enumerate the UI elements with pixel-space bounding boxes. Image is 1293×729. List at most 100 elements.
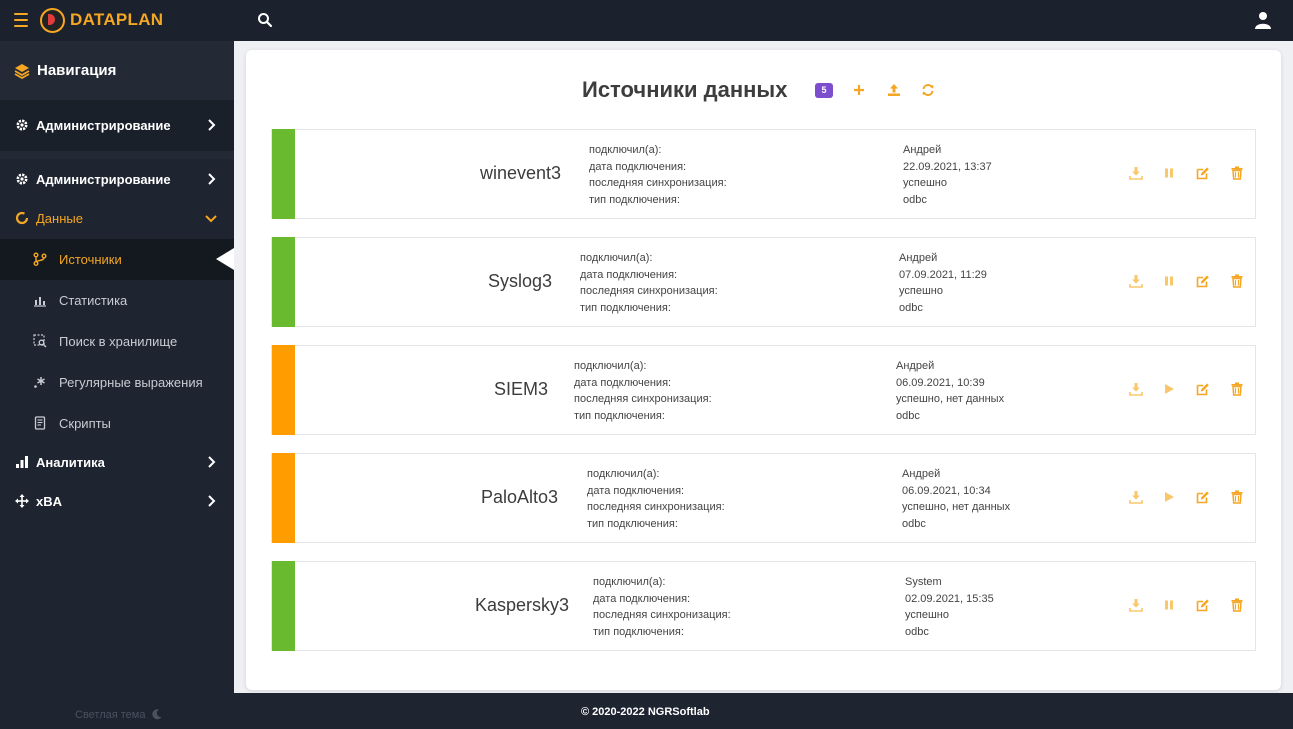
sidebar-divider xyxy=(0,151,234,159)
value-type: odbc xyxy=(902,517,926,530)
pause-button[interactable] xyxy=(1162,598,1176,612)
label-connected-by: подключил(а): xyxy=(574,360,647,372)
nav-header-title: Навигация xyxy=(37,62,117,79)
delete-button[interactable] xyxy=(1230,490,1244,504)
download-button[interactable] xyxy=(1129,490,1143,504)
delete-button[interactable] xyxy=(1230,166,1244,180)
branch-icon xyxy=(33,252,47,266)
value-date: 07.09.2021, 11:29 xyxy=(899,268,987,281)
source-name[interactable]: winevent3 xyxy=(480,163,561,184)
label-last-sync: последняя синхронизация: xyxy=(593,609,731,621)
add-source-button[interactable] xyxy=(852,83,866,97)
pause-button[interactable] xyxy=(1162,274,1176,288)
value-date: 06.09.2021, 10:39 xyxy=(896,376,985,389)
trash-icon xyxy=(1231,490,1243,504)
trash-icon xyxy=(1231,274,1243,288)
trash-icon xyxy=(1231,166,1243,180)
gear-icon xyxy=(15,118,29,132)
search-icon[interactable] xyxy=(257,12,273,28)
sidebar-subitem-regex[interactable]: Регулярные выражения xyxy=(0,362,234,403)
value-user: Андрей xyxy=(903,144,942,156)
pause-button[interactable] xyxy=(1162,166,1176,180)
source-labels: подключил(а): дата подключения: последня… xyxy=(589,142,727,208)
edit-button[interactable] xyxy=(1196,490,1210,504)
label-connected-by: подключил(а): xyxy=(580,252,653,264)
label-connected-at: дата подключения: xyxy=(589,160,687,173)
trash-icon xyxy=(1231,382,1243,396)
label-connected-at: дата подключения: xyxy=(580,268,678,281)
source-row: SIEM3 подключил(а): дата подключения: по… xyxy=(271,345,1256,435)
source-name[interactable]: PaloAlto3 xyxy=(481,487,558,508)
user-icon[interactable] xyxy=(1254,11,1272,29)
source-name[interactable]: Syslog3 xyxy=(488,271,552,292)
label-connected-at: дата подключения: xyxy=(587,484,685,497)
source-labels: подключил(а): дата подключения: последня… xyxy=(574,358,712,424)
edit-button[interactable] xyxy=(1196,598,1210,612)
source-name[interactable]: SIEM3 xyxy=(494,379,548,400)
value-type: odbc xyxy=(903,193,927,206)
sidebar-item-analytics[interactable]: Аналитика xyxy=(0,443,234,482)
chevron-right-icon xyxy=(205,172,217,185)
download-icon xyxy=(1129,275,1143,288)
sidebar-item-label: Аналитика xyxy=(36,455,105,470)
source-row: Kaspersky3 подключил(а): дата подключени… xyxy=(271,561,1256,651)
source-values: Андрей 06.09.2021, 10:34 успешно, нет да… xyxy=(902,466,1010,532)
value-type: odbc xyxy=(896,409,920,422)
signal-icon xyxy=(15,455,29,469)
play-icon xyxy=(1165,384,1174,394)
upload-button[interactable] xyxy=(887,83,901,97)
delete-button[interactable] xyxy=(1230,598,1244,612)
chart-icon xyxy=(33,293,47,307)
sidebar-item-admin[interactable]: Администрирование xyxy=(0,160,234,199)
sidebar-subitem-scripts[interactable]: Скрипты xyxy=(0,403,234,444)
pause-icon xyxy=(1165,276,1173,286)
edit-button[interactable] xyxy=(1196,166,1210,180)
chevron-down-icon xyxy=(205,211,217,223)
download-button[interactable] xyxy=(1129,166,1143,180)
layers-icon xyxy=(14,63,30,80)
source-values: System 02.09.2021, 15:35 успешно odbc xyxy=(905,574,994,640)
sidebar-subitem-storage-search[interactable]: Поиск в хранилище xyxy=(0,321,234,362)
sidebar-item-admin-top[interactable]: Администрирование xyxy=(0,100,234,151)
sidebar-subitem-sources[interactable]: Источники xyxy=(0,239,234,280)
status-bar xyxy=(272,345,295,435)
edit-button[interactable] xyxy=(1196,274,1210,288)
sidebar-item-xba[interactable]: xBA xyxy=(0,482,234,521)
search-storage-icon xyxy=(33,334,47,348)
pause-icon xyxy=(1165,600,1173,610)
download-button[interactable] xyxy=(1129,274,1143,288)
play-button[interactable] xyxy=(1162,382,1176,396)
value-sync: успешно xyxy=(903,177,947,189)
plus-icon xyxy=(854,85,864,95)
download-button[interactable] xyxy=(1129,598,1143,612)
download-button[interactable] xyxy=(1129,382,1143,396)
source-row: PaloAlto3 подключил(а): дата подключения… xyxy=(271,453,1256,543)
nav-header: Навигация xyxy=(0,41,234,100)
sidebar-item-data[interactable]: Данные xyxy=(0,199,234,238)
label-connected-at: дата подключения: xyxy=(574,376,672,389)
label-last-sync: последняя синхронизация: xyxy=(580,285,718,297)
source-values: Андрей 07.09.2021, 11:29 успешно odbc xyxy=(899,250,987,316)
play-button[interactable] xyxy=(1162,490,1176,504)
menu-icon[interactable] xyxy=(14,13,28,27)
value-date: 02.09.2021, 15:35 xyxy=(905,592,994,605)
sidebar-subitem-label: Скрипты xyxy=(59,416,111,431)
delete-button[interactable] xyxy=(1230,274,1244,288)
label-conn-type: тип подключения: xyxy=(580,301,671,314)
label-last-sync: последняя синхронизация: xyxy=(589,177,727,189)
label-last-sync: последняя синхронизация: xyxy=(587,501,725,513)
logo-icon xyxy=(40,8,65,33)
value-sync: успешно, нет данных xyxy=(902,501,1011,513)
refresh-button[interactable] xyxy=(921,83,935,97)
source-labels: подключил(а): дата подключения: последня… xyxy=(587,466,725,532)
sidebar-subitem-statistics[interactable]: Статистика xyxy=(0,280,234,321)
chevron-right-icon xyxy=(205,494,217,507)
edit-icon xyxy=(1196,167,1209,180)
value-date: 22.09.2021, 13:37 xyxy=(903,160,992,173)
delete-button[interactable] xyxy=(1230,382,1244,396)
theme-toggle[interactable]: Светлая тема xyxy=(75,709,162,723)
label-conn-type: тип подключения: xyxy=(593,625,684,638)
edit-button[interactable] xyxy=(1196,382,1210,396)
label-connected-by: подключил(а): xyxy=(589,144,662,156)
source-name[interactable]: Kaspersky3 xyxy=(475,595,569,616)
